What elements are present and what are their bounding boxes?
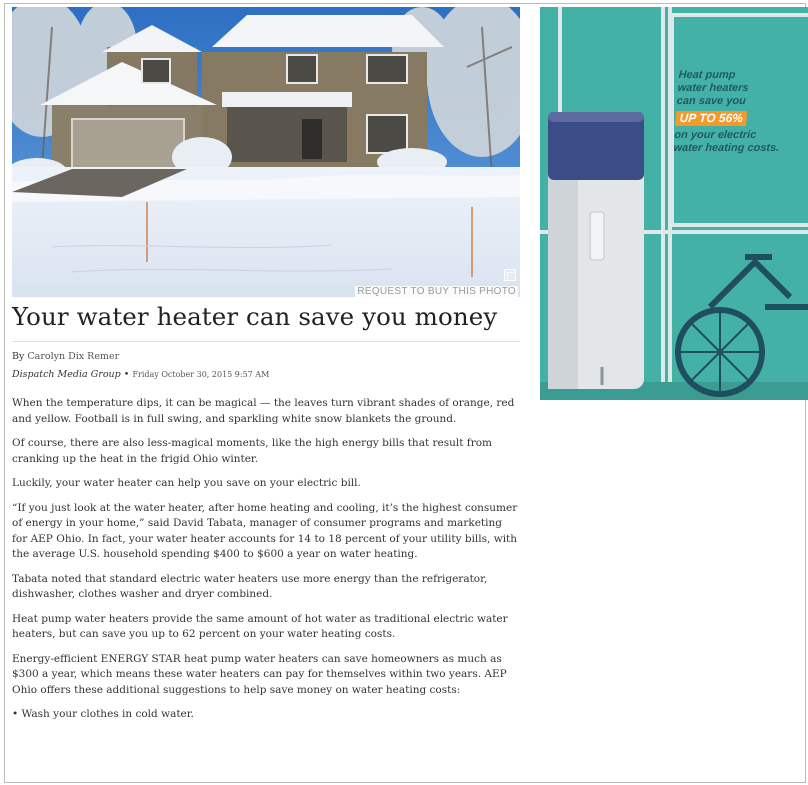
ad-copy: Heat pump water heaters can save you UP … (673, 69, 808, 155)
paragraph: Of course, there are also less-magical m… (12, 437, 492, 465)
paragraph: Energy-efficient ENERGY STAR heat pump w… (12, 652, 507, 696)
byline-prefix: By (12, 351, 25, 362)
snowy-house-image (12, 7, 520, 297)
ad-savings-badge: UP TO 56% (675, 111, 748, 126)
ad-line: on your electric (673, 129, 757, 141)
dateline: Dispatch Media Group • Friday October 30… (12, 368, 520, 382)
organization: Dispatch Media Group (12, 369, 121, 380)
article-body: When the temperature dips, it can be mag… (12, 396, 520, 723)
byline: By Carolyn Dix Remer (12, 350, 520, 364)
paragraph: When the temperature dips, it can be mag… (12, 397, 515, 425)
article: Your water heater can save you money By … (12, 300, 520, 723)
publish-date: Friday October 30, 2015 9:57 AM (132, 370, 270, 379)
ad-line: water heaters (677, 82, 750, 94)
dateline-separator: • (123, 369, 130, 380)
author-link[interactable]: Carolyn Dix Remer (27, 351, 119, 362)
water-heater-ad-image (540, 7, 808, 400)
ad-line: can save you (676, 95, 747, 107)
paragraph: Tabata noted that standard electric wate… (12, 572, 488, 601)
request-to-buy-photo-link[interactable]: REQUEST TO BUY THIS PHOTO (355, 286, 518, 297)
paragraph: “If you just look at the water heater, a… (12, 501, 518, 561)
ad-line: water heating costs. (673, 142, 780, 154)
ad-line: Heat pump (678, 69, 736, 81)
paragraph: Luckily, your water heater can help you … (12, 477, 361, 489)
expand-icon[interactable] (504, 269, 516, 281)
paragraph: Heat pump water heaters provide the same… (12, 612, 508, 641)
advertisement[interactable]: Heat pump water heaters can save you UP … (540, 7, 808, 400)
article-headline: Your water heater can save you money (12, 302, 498, 331)
list-item: • Wash your clothes in cold water. (12, 708, 194, 720)
article-photo[interactable]: REQUEST TO BUY THIS PHOTO (12, 7, 520, 297)
divider (12, 341, 520, 342)
